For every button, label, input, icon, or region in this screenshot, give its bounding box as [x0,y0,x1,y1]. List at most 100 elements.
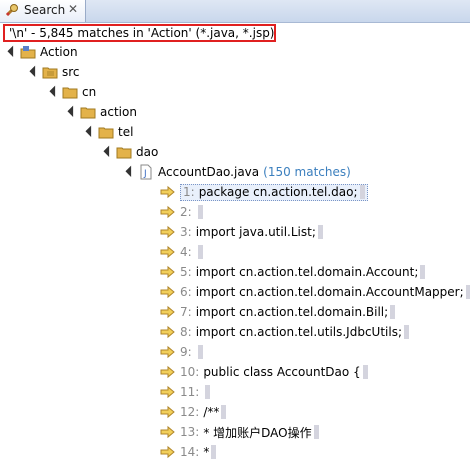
match-arrow-icon [160,405,175,419]
match-arrow-icon [160,245,175,259]
tree-item-project[interactable]: Action [6,42,78,62]
match-arrow-icon [160,325,175,339]
folder-icon [98,127,114,139]
expand-arrow-icon[interactable] [48,87,58,97]
tree-item-label: tel [118,125,134,139]
match-line-item[interactable]: 13: * 增加账户DAO操作 [160,422,319,442]
tree-item-label: Action [40,45,78,59]
match-line-item[interactable]: 11: [160,382,211,402]
match-highlight [390,305,396,319]
svg-text:J: J [143,169,147,179]
search-summary-text: '\n' - 5,845 matches in 'Action' (*.java… [9,26,275,40]
match-line-item[interactable]: 8: import cn.action.tel.utils.JdbcUtils; [160,322,409,342]
expand-arrow-icon[interactable] [28,67,38,77]
line-text: * [203,445,210,459]
match-line-item[interactable]: 2: [160,202,203,222]
match-highlight [420,265,426,279]
match-highlight [317,225,323,239]
line-number: 10: [180,365,200,379]
match-highlight [197,245,203,259]
line-text: package cn.action.tel.dao; [198,185,358,199]
folder-icon [62,87,78,99]
match-arrow-icon [160,225,175,239]
tree-item-folder[interactable]: cn [48,82,96,102]
expand-arrow-icon[interactable] [66,107,76,117]
match-line-item[interactable]: 4: [160,242,203,262]
match-highlight [362,365,368,379]
match-arrow-icon [160,345,175,359]
match-highlight [197,205,203,219]
line-text: import cn.action.tel.domain.Account; [195,265,419,279]
match-arrow-icon [160,425,175,439]
match-arrow-icon [160,365,175,379]
package-folder-icon [42,67,58,79]
line-text: import cn.action.tel.domain.AccountMappe… [195,285,464,299]
line-number: 9: [180,345,192,359]
tree-item-file[interactable]: J AccountDao.java (150 matches) [124,162,351,182]
tree-item-folder[interactable]: action [66,102,137,122]
folder-icon [116,147,132,159]
match-line-item[interactable]: 12:/** [160,402,227,422]
match-arrow-icon [160,185,175,199]
tree-item-label: src [62,65,80,79]
line-text: * 增加账户DAO操作 [203,425,312,440]
match-arrow-icon [160,445,175,459]
line-number: 4: [180,245,192,259]
search-icon [5,4,18,17]
match-highlight [404,325,409,339]
line-number: 8: [180,325,192,339]
match-highlight [221,405,227,419]
view-tab-bar: Search ✕ [0,0,470,23]
tree-item-folder[interactable]: tel [84,122,133,142]
tree-item-folder[interactable]: dao [102,142,158,162]
tab-search[interactable]: Search ✕ [0,0,86,22]
match-line-item[interactable]: 6: import cn.action.tel.domain.AccountMap… [160,282,470,302]
line-number: 3: [180,225,192,239]
expand-arrow-icon[interactable] [84,127,94,137]
search-summary: '\n' - 5,845 matches in 'Action' (*.java… [3,24,276,42]
match-line-item[interactable]: 7: import cn.action.tel.domain.Bill; [160,302,396,322]
match-line-item[interactable]: 1: package cn.action.tel.dao; [160,182,368,202]
line-number: 2: [180,205,192,219]
match-highlight [197,345,203,359]
file-name: AccountDao.java [158,165,260,179]
selected-match[interactable]: 1: package cn.action.tel.dao; [180,183,368,201]
line-number: 5: [180,265,192,279]
line-number: 6: [180,285,192,299]
match-count: (150 matches) [263,165,351,179]
expand-arrow-icon[interactable] [102,147,112,157]
match-arrow-icon [160,305,175,319]
line-text: /** [203,405,220,419]
match-arrow-icon [160,205,175,219]
line-number: 12: [180,405,200,419]
tree-item-folder[interactable]: src [28,62,80,82]
line-number: 13: [180,425,200,439]
tree-item-label: action [100,105,137,119]
match-arrow-icon [160,285,175,299]
line-text: import cn.action.tel.utils.JdbcUtils; [195,325,402,339]
expand-arrow-icon[interactable] [6,47,16,57]
match-line-item[interactable]: 10: public class AccountDao { [160,362,368,382]
line-number: 14: [180,445,200,459]
folder-icon [80,107,96,119]
match-line-item[interactable]: 5: import cn.action.tel.domain.Account; [160,262,426,282]
match-line-item[interactable]: 14: * [160,442,217,462]
line-text: public class AccountDao { [203,365,361,379]
line-text: import java.util.List; [195,225,316,239]
search-results-tree: Action src cn action tel dao J AccountDa… [0,42,470,459]
java-file-icon: J [140,164,152,180]
match-highlight [205,385,211,399]
match-highlight [313,425,319,439]
expand-arrow-icon[interactable] [124,167,134,177]
match-highlight [465,285,470,299]
match-line-item[interactable]: 3: import java.util.List; [160,222,323,242]
match-arrow-icon [160,265,175,279]
match-line-item[interactable]: 9: [160,342,203,362]
tree-item-label: cn [82,85,97,99]
match-highlight [211,445,217,459]
java-project-icon [20,46,36,59]
match-arrow-icon [160,385,175,399]
line-number: 7: [180,305,192,319]
line-number: 11: [180,385,200,399]
close-icon[interactable]: ✕ [68,2,78,16]
